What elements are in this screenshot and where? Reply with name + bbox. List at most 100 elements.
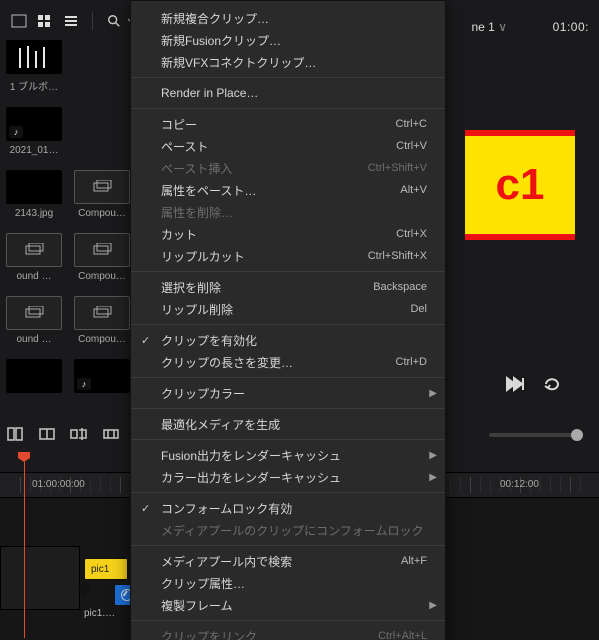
menu-shortcut: Ctrl+Alt+L [378,630,427,640]
menu-item-label: Render in Place… [161,86,258,100]
timecode-display[interactable]: 01:00: [553,20,589,34]
menu-item[interactable]: ✓ コンフォームロック有効 [131,497,445,519]
clip-thumb[interactable]: ♪ [74,359,130,397]
music-icon: ♪ [9,126,23,138]
menu-item-label: コピー [161,116,197,133]
context-menu: 新規複合クリップ… 新規Fusionクリップ… 新規VFXコネクトクリップ… Rend… [130,0,446,640]
menu-item[interactable]: 新規Fusionクリップ… [131,29,445,51]
menu-item-label: クリップの長さを変更… [161,354,293,371]
tool-icon[interactable] [38,426,56,445]
menu-shortcut: Ctrl+Shift+V [368,162,427,174]
menu-item[interactable]: 属性をペースト… Alt+V [131,179,445,201]
clip-thumb[interactable]: Compou… [74,296,130,345]
tool-icon[interactable] [70,426,88,445]
menu-item-label: 属性を削除… [161,204,233,221]
menu-shortcut: Alt+V [400,184,427,196]
menu-item[interactable]: 選択を削除 Backspace [131,276,445,298]
track-header[interactable] [0,546,80,610]
media-pool: 1 ブルボ… ♪2021_01… 2143.jpg Compou… ound …… [6,40,130,420]
menu-item[interactable]: 新規複合クリップ… [131,7,445,29]
submenu-arrow-icon: ▶ [429,600,437,611]
clip-thumb[interactable]: Compou… [74,170,130,219]
zoom-slider[interactable] [489,433,579,437]
music-icon: ♪ [77,378,91,390]
view-thumb-icon[interactable] [34,12,56,30]
clip-thumb[interactable]: Compou… [74,233,130,282]
menu-item-label: メディアプール内で検索 [161,553,292,570]
viewer-clip-label: c1 [465,130,575,240]
view-somewhat-icon[interactable] [8,12,30,30]
menu-item[interactable]: クリップの長さを変更… Ctrl+D [131,351,445,373]
search-icon[interactable] [103,12,125,30]
clip-thumb[interactable]: ♪2021_01… [6,107,62,156]
clip-thumb[interactable]: 1 ブルボ… [6,40,62,93]
clip-thumb[interactable]: ound … [6,296,62,345]
menu-item[interactable]: ✓クリップを有効化 [131,329,445,351]
menu-item-label: カラー出力をレンダーキャッシュ [161,469,341,486]
clip-thumb[interactable] [6,359,62,397]
menu-item-label: 新規複合クリップ… [161,10,269,27]
menu-shortcut: Ctrl+C [396,118,427,130]
menu-item: 属性を削除… [131,201,445,223]
zoom-knob[interactable] [571,429,583,441]
menu-item-label: 最適化メディアを生成 [161,416,280,433]
menu-item-label: クリップカラー [161,385,245,402]
clip-thumb[interactable]: ound … [6,233,62,282]
menu-item[interactable]: 新規VFXコネクトクリップ… [131,51,445,73]
playhead[interactable] [24,458,25,638]
menu-item-label: 新規VFXコネクトクリップ… [161,54,316,71]
menu-shortcut: Ctrl+Shift+X [368,250,427,262]
loop-icon[interactable] [543,376,563,395]
menu-shortcut: Ctrl+D [396,356,427,368]
tool-icon[interactable] [102,426,120,445]
menu-item[interactable]: 最適化メディアを生成 [131,413,445,435]
menu-item-label: カット [161,226,197,243]
menu-item: クリップをリンクCtrl+Alt+L [131,625,445,640]
check-icon: ✓ [141,502,150,515]
menu-shortcut: Ctrl+V [396,140,427,152]
toolbar-separator [92,12,93,30]
menu-item[interactable]: クリップ属性… [131,572,445,594]
menu-item-label: Fusion出力をレンダーキャッシュ [161,447,341,464]
clip-label: pic1 [91,564,109,575]
menu-item[interactable]: リップル削除 Del [131,298,445,320]
menu-item[interactable]: コピー Ctrl+C [131,113,445,135]
menu-item[interactable]: カラー出力をレンダーキャッシュ▶ [131,466,445,488]
clip-name-label: pic1.… [84,608,115,619]
menu-item-label: クリップを有効化 [161,332,257,349]
menu-shortcut: Backspace [373,281,427,293]
timeline-clip[interactable]: pic1 [84,558,128,580]
menu-item-label: リップルカット [161,248,245,265]
menu-item-label: メディアプールのクリップにコンフォームロック [161,522,423,539]
menu-shortcut: Del [410,303,427,315]
menu-item-label: リップル削除 [161,301,233,318]
menu-item-label: 新規Fusionクリップ… [161,32,281,49]
menu-item[interactable]: Fusion出力をレンダーキャッシュ ▶ [131,444,445,466]
view-list-icon[interactable] [60,12,82,30]
menu-item[interactable]: リップルカット Ctrl+Shift+X [131,245,445,267]
menu-item[interactable]: メディアプール内で検索 Alt+F [131,550,445,572]
menu-item-label: クリップ属性… [161,575,245,592]
menu-item[interactable]: ペースト Ctrl+V [131,135,445,157]
next-clip-icon[interactable] [505,376,525,395]
menu-item: ペースト挿入 Ctrl+Shift+V [131,157,445,179]
submenu-arrow-icon: ▶ [429,450,437,461]
menu-item-label: 複製フレーム [161,597,233,614]
transport-controls [505,376,563,395]
menu-shortcut: Alt+F [401,555,427,567]
menu-item[interactable]: カット Ctrl+X [131,223,445,245]
menu-item: メディアプールのクリップにコンフォームロック [131,519,445,541]
menu-item[interactable]: 複製フレーム ▶ [131,594,445,616]
menu-shortcut: Ctrl+X [396,228,427,240]
timeline-name[interactable]: ne 1 ∨ [472,20,508,34]
viewer-frame: c1 [465,130,575,240]
tool-icon[interactable] [6,426,24,445]
menu-item-label: ペースト挿入 [161,160,232,177]
menu-item-label: コンフォームロック有効 [161,500,292,517]
menu-item[interactable]: Render in Place… [131,82,445,104]
clip-thumb[interactable]: 2143.jpg [6,170,62,219]
menu-item-label: ペースト [161,138,208,155]
menu-item-label: 属性をペースト… [161,182,256,199]
menu-item[interactable]: クリップカラー▶ [131,382,445,404]
menu-item-label: 選択を削除 [161,279,221,296]
